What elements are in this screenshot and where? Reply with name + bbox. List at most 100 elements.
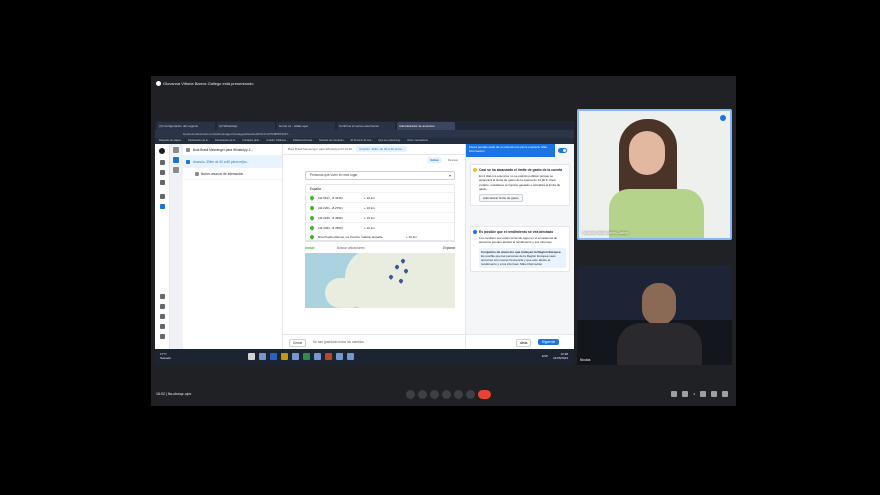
location-item[interactable]: Rúa Pueblo Ramos, La Coruña, Galicia, Es… xyxy=(305,232,455,242)
chat-icon[interactable] xyxy=(700,391,706,397)
tree-campaign-label: Bola Brasil Messenger para WhatsApp 2... xyxy=(193,148,254,152)
language-indicator[interactable]: ESP xyxy=(542,354,548,358)
raise-hand-icon[interactable] xyxy=(442,390,451,399)
app-icon[interactable] xyxy=(325,353,332,360)
tree-campaign[interactable]: Bola Brasil Messenger para WhatsApp 2... xyxy=(183,144,282,156)
edit-mode-button[interactable]: Editar xyxy=(427,157,442,163)
warning-icon xyxy=(473,168,477,172)
camera-icon[interactable] xyxy=(418,390,427,399)
tree-adset[interactable]: Anuncio. 30km de 30 a 60 pinos mjho... xyxy=(183,156,282,168)
mic-active-icon xyxy=(720,115,726,121)
windows-taskbar: 17°C Soleado ESP 12:38 24/05/2024 xyxy=(155,349,574,365)
chart-icon[interactable] xyxy=(160,170,165,175)
mic-icon[interactable] xyxy=(406,390,415,399)
pin-icon xyxy=(309,195,315,201)
activities-icon[interactable] xyxy=(711,391,717,397)
search-icon[interactable] xyxy=(259,353,266,360)
copy-icon[interactable] xyxy=(173,167,179,173)
bug-icon[interactable] xyxy=(160,334,165,339)
address-bar[interactable]: business.facebook.com/adsmanager/manage/… xyxy=(155,130,574,138)
include-dropdown[interactable]: Incluir xyxy=(305,244,315,252)
location-name: (42.2201, -8.2751) xyxy=(318,206,343,210)
manage-spend-limit-button[interactable]: Administrar límite de gasto xyxy=(479,194,523,203)
tree-ad[interactable]: Nuevo anuncio de Interacción xyxy=(183,168,282,180)
weather-desc: Soleado xyxy=(160,356,172,360)
file-explorer-icon[interactable] xyxy=(281,353,288,360)
location-map[interactable] xyxy=(305,253,455,308)
location-name: (42.9617, -8.4336) xyxy=(318,196,343,200)
location-item[interactable]: (42.3394, -8.7806) + 10 km xyxy=(306,222,454,232)
meta-nav-rail xyxy=(155,144,170,349)
more-options-icon[interactable] xyxy=(466,390,475,399)
breadcrumb-campaign[interactable]: Bola Brasil Messenger para WhatsApp 04 1… xyxy=(288,147,352,151)
audience-dropdown[interactable]: Personas que viven en este lugar xyxy=(305,171,455,180)
present-icon xyxy=(156,81,161,86)
location-item[interactable]: (42.2201, -8.2751) + 10 km xyxy=(306,202,454,212)
taskbar-apps xyxy=(248,353,354,360)
explore-link[interactable]: Explorar xyxy=(443,244,455,252)
participant-video xyxy=(617,323,702,365)
search-icon[interactable] xyxy=(160,314,165,319)
close-button[interactable]: Cerrar xyxy=(289,339,307,347)
end-call-button[interactable] xyxy=(478,390,491,399)
breadcrumb-adset[interactable]: Anuncio. 30km de 30 a 60 pinos... xyxy=(356,146,408,152)
browser-tab-active[interactable]: Administrador de anuncios xyxy=(397,122,455,130)
edge-icon[interactable] xyxy=(292,353,299,360)
presenting-text: Giovanna Vittoria Barros Gallego está pr… xyxy=(163,81,254,86)
panel-toggle[interactable] xyxy=(558,148,567,153)
edit-icon[interactable] xyxy=(173,157,179,163)
app-icon[interactable] xyxy=(336,353,343,360)
start-icon[interactable] xyxy=(248,353,255,360)
radius-selector[interactable]: + 10 km xyxy=(406,232,417,242)
help-icon[interactable] xyxy=(160,324,165,329)
taskbar-clock[interactable]: 12:38 24/05/2024 xyxy=(553,352,568,360)
menu-icon[interactable] xyxy=(160,180,165,185)
lock-icon[interactable] xyxy=(722,391,728,397)
pin-icon xyxy=(309,234,315,240)
browser-tab[interactable]: (2) WhatsApp xyxy=(217,122,275,130)
info-icon[interactable] xyxy=(671,391,678,397)
participant-tile[interactable]: Nicolás xyxy=(577,265,732,365)
pin-icon xyxy=(309,205,315,211)
meeting-info-separator: | xyxy=(166,392,167,396)
participant-tile[interactable]: Giovanna Vittoria Barros Gallego xyxy=(577,109,732,240)
call-controls xyxy=(406,390,491,399)
country-label: España xyxy=(310,187,321,191)
review-mode-button[interactable]: Revisar xyxy=(445,157,461,163)
location-item[interactable]: (42.9617, -8.4336) + 10 km xyxy=(306,192,454,202)
task-view-icon[interactable] xyxy=(270,353,277,360)
browser-tab[interactable]: Horno xo - citado ejec xyxy=(277,122,335,130)
save-status: Se han guardado todos los cambios xyxy=(313,340,364,344)
card-body: En 2 días los anuncios no se podrán publ… xyxy=(479,174,561,191)
performance-card: Es posible que el rendimiento se vea afe… xyxy=(470,226,570,273)
back-button[interactable]: Atrás xyxy=(516,339,532,347)
people-icon[interactable] xyxy=(682,391,689,397)
bell-icon[interactable] xyxy=(160,304,165,309)
location-item[interactable]: (42.2240, -8.4996) + 10 km xyxy=(306,212,454,222)
present-screen-icon[interactable] xyxy=(454,390,463,399)
home-icon[interactable] xyxy=(160,160,165,165)
spend-limit-card: Casi se ha alcanzado el límite de gasto … xyxy=(470,164,570,207)
editor-tool-rail xyxy=(170,144,183,349)
weather-widget[interactable]: 17°C Soleado xyxy=(160,352,171,360)
presenting-banner: Giovanna Vittoria Barros Gallego está pr… xyxy=(151,76,736,91)
folder-icon xyxy=(186,148,190,152)
store-icon[interactable] xyxy=(314,353,321,360)
panel-footer: Atrás Siguiente xyxy=(466,334,574,349)
next-button[interactable]: Siguiente xyxy=(538,339,560,345)
collapse-icon[interactable] xyxy=(173,147,179,153)
chrome-icon[interactable] xyxy=(303,353,310,360)
browser-tab[interactable]: Confirma el correo electrónico xyxy=(337,122,395,130)
participant-name: Nicolás xyxy=(580,358,591,362)
grid-icon[interactable] xyxy=(160,204,165,209)
location-search-input[interactable]: Buscar ubicaciones xyxy=(337,244,365,252)
app-icon[interactable] xyxy=(347,353,354,360)
captions-icon[interactable] xyxy=(430,390,439,399)
meta-logo-icon[interactable] xyxy=(159,148,165,154)
meet-control-bar: 16:02 | fta-ubwqz-ujov 3 xyxy=(151,384,736,406)
adset-editor: Bola Brasil Messenger para WhatsApp 04 1… xyxy=(283,144,465,349)
settings-icon[interactable] xyxy=(160,294,165,299)
pin-icon xyxy=(309,215,315,221)
account-icon[interactable] xyxy=(160,194,165,199)
browser-tab[interactable]: (3) Configuración del negocio xyxy=(157,122,215,130)
